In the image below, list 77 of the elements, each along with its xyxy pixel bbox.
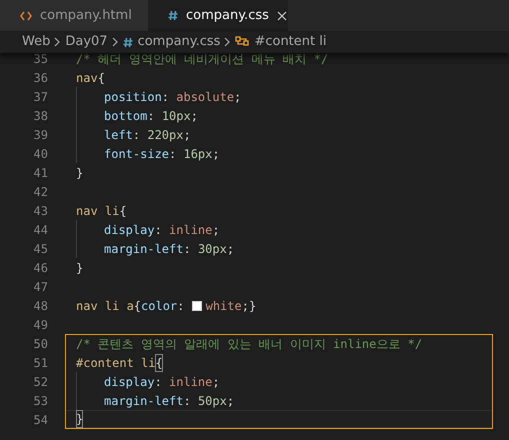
line-number: 53	[32, 392, 48, 410]
css-number: 10px	[162, 108, 191, 124]
css-number: 50px	[198, 392, 227, 410]
css-number: 220px	[147, 126, 184, 144]
css-value: inline	[169, 222, 212, 238]
css-selector: #content li	[76, 354, 156, 372]
line-number: 44	[32, 222, 48, 238]
editor-tab[interactable]: company.html	[0, 0, 148, 31]
code-punctuation: ;	[212, 222, 220, 238]
css-property: left	[104, 126, 133, 144]
css-selector: nav	[76, 70, 98, 86]
css-selector: nav li	[76, 202, 120, 220]
code-punctuation: ;	[234, 88, 242, 106]
line-number: 50	[32, 336, 48, 352]
code-punctuation: :	[169, 146, 178, 162]
code-punctuation: ;	[183, 126, 191, 144]
matched-bracket: {	[155, 354, 163, 372]
line-number: 39	[32, 126, 48, 144]
line-number: 48	[32, 298, 48, 314]
line-number: 47	[32, 278, 48, 296]
line-number: 43	[32, 202, 48, 220]
breadcrumb-item[interactable]: Day07	[65, 32, 108, 52]
css-selector: nav li a	[76, 298, 134, 314]
css-number: 16px	[183, 146, 212, 162]
line-number: 45	[32, 240, 48, 258]
breadcrumb-item[interactable]: #content li	[254, 32, 326, 52]
code-comment: /* 헤더 영역안에 네비게이션 메뉴 배치 */	[76, 50, 328, 68]
css-property: margin-left	[104, 240, 184, 258]
code-punctuation: :	[154, 374, 163, 390]
line-number: 52	[32, 374, 48, 390]
tab-label: company.css	[186, 6, 269, 25]
css-value: absolute	[176, 88, 234, 106]
code-punctuation: ;	[226, 240, 234, 258]
line-number: 41	[32, 164, 48, 182]
line-number: 46	[32, 260, 48, 276]
line-number: 38	[32, 108, 48, 124]
css-property: position	[104, 88, 162, 106]
code-punctuation: ;	[190, 108, 198, 124]
code-punctuation: }	[76, 164, 84, 182]
code-punctuation: :	[162, 88, 170, 106]
line-number: 36	[32, 70, 48, 86]
tab-label: company.html	[40, 6, 132, 25]
line-number: 42	[32, 184, 48, 200]
css-number: 30px	[198, 240, 227, 258]
line-number: 37	[32, 88, 48, 106]
css-value: white	[206, 298, 242, 314]
editor-tab[interactable]: company.css	[148, 0, 288, 31]
code-punctuation: {	[134, 298, 142, 314]
code-punctuation: :	[147, 108, 156, 124]
css-property: color	[141, 298, 178, 314]
code-punctuation: ;	[212, 146, 220, 162]
css-value: inline	[169, 374, 212, 390]
code-punctuation: :	[177, 298, 186, 314]
code-punctuation: ;	[226, 392, 234, 410]
line-number: 35	[32, 50, 48, 68]
code-punctuation: {	[98, 70, 105, 86]
code-punctuation: {	[119, 202, 127, 220]
code-punctuation: :	[132, 126, 142, 144]
code-punctuation: :	[154, 222, 163, 238]
code-comment: /* 콘텐츠 영역의 알래에 있는 배너 이미지 inline으로 */	[76, 336, 422, 353]
breadcrumb-item[interactable]: company.css	[138, 32, 220, 52]
css-property: display	[104, 222, 155, 238]
line-number: 51	[32, 354, 48, 372]
line-number: 49	[32, 316, 48, 334]
css-property: font-size	[104, 146, 170, 162]
code-punctuation: :	[183, 392, 192, 410]
code-punctuation: ;}	[242, 298, 256, 314]
code-punctuation: ;	[212, 374, 220, 390]
matched-bracket: }	[76, 410, 84, 428]
code-punctuation: :	[183, 240, 192, 258]
line-number: 40	[32, 146, 48, 162]
css-property: display	[104, 374, 155, 390]
css-property: bottom	[104, 108, 148, 124]
css-property: margin-left	[104, 392, 184, 410]
breadcrumb-item[interactable]: Web	[22, 32, 50, 52]
code-punctuation: }	[76, 260, 84, 276]
line-number: 54	[32, 412, 48, 428]
